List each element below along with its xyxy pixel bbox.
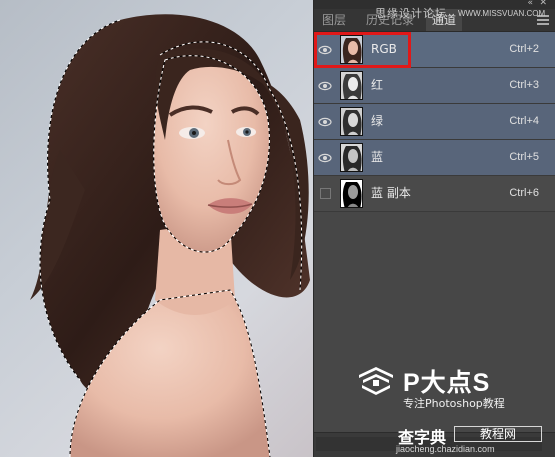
channel-row-blue-copy[interactable]: 蓝 副本 Ctrl+6 xyxy=(314,176,555,212)
close-icon[interactable]: ✕ xyxy=(539,0,547,8)
channel-shortcut: Ctrl+5 xyxy=(509,151,539,163)
portrait-photo xyxy=(30,14,310,457)
channel-label: 蓝 xyxy=(371,150,384,164)
channel-shortcut: Ctrl+3 xyxy=(509,79,539,91)
eye-icon[interactable] xyxy=(318,115,332,129)
channel-thumbnail xyxy=(340,107,363,136)
forum-watermark-url: WWW.MISSVUAN.COM xyxy=(458,9,546,18)
channel-shortcut: Ctrl+6 xyxy=(509,187,539,199)
channel-thumbnail xyxy=(340,71,363,100)
brand-subtitle: 专注Photoshop教程 xyxy=(403,397,505,410)
eye-icon[interactable] xyxy=(318,79,332,93)
tab-layers[interactable]: 图层 xyxy=(316,9,352,31)
site-box-label: 教程网 xyxy=(454,426,542,442)
channel-shortcut: Ctrl+4 xyxy=(509,115,539,127)
channel-label: 绿 xyxy=(371,114,384,128)
site-url: jiaocheng.chazidian.com xyxy=(396,444,495,454)
channel-shortcut: Ctrl+2 xyxy=(509,43,539,55)
channel-row-blue[interactable]: 蓝 Ctrl+5 xyxy=(314,140,555,176)
channel-label: 蓝 副本 xyxy=(371,186,411,200)
channel-row-red[interactable]: 红 Ctrl+3 xyxy=(314,68,555,104)
brand-title: P大点S xyxy=(403,369,491,397)
forum-watermark: 思缘设计论坛 xyxy=(375,7,447,20)
channel-row-green[interactable]: 绿 Ctrl+4 xyxy=(314,104,555,140)
eye-icon[interactable] xyxy=(318,151,332,165)
annotation-highlight xyxy=(314,32,411,68)
double-chevron-icon[interactable]: « xyxy=(527,0,533,8)
brand-logo-icon xyxy=(359,367,393,395)
channel-thumbnail xyxy=(340,143,363,172)
visibility-checkbox[interactable] xyxy=(320,188,331,199)
document-canvas[interactable] xyxy=(0,0,313,457)
channel-thumbnail xyxy=(340,179,363,208)
brand-block: P大点S 专注Photoshop教程 xyxy=(356,363,546,413)
channel-label: 红 xyxy=(371,78,384,92)
